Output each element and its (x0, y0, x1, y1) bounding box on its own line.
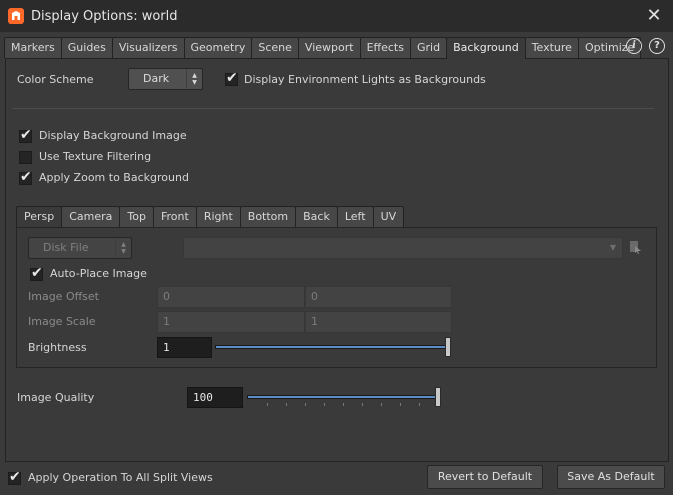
auto-place-label: Auto-Place Image (50, 267, 147, 280)
env-lights-checkbox[interactable]: ✔ (225, 70, 238, 86)
display-bg-image-checkbox[interactable]: ✔ (19, 127, 32, 143)
save-as-default-button[interactable]: Save As Default (557, 465, 665, 489)
revert-to-default-button[interactable]: Revert to Default (427, 465, 543, 489)
image-scale-x-field[interactable]: 1 (157, 311, 305, 333)
brightness-field[interactable]: 1 (157, 337, 212, 358)
tab-scene[interactable]: Scene (251, 37, 299, 58)
slider-tick (343, 403, 344, 406)
checkmark-icon: ✔ (20, 127, 32, 143)
color-scheme-dropdown[interactable]: Dark ▲ ▼ (128, 68, 203, 90)
tab-uv[interactable]: UV (372, 206, 405, 227)
view-tab-bar: Persp Camera Top Front Right Bottom Back… (16, 206, 405, 227)
info-icon[interactable]: i (626, 38, 642, 54)
tab-visualizers[interactable]: Visualizers (111, 37, 185, 58)
display-bg-image-label: Display Background Image (39, 129, 187, 142)
image-offset-x-field[interactable]: 0 (157, 286, 305, 308)
up-down-arrows-icon: ▲ ▼ (186, 69, 202, 89)
title-bar: Display Options: world ✕ (0, 0, 673, 32)
brightness-slider-handle[interactable] (445, 337, 451, 357)
tab-top[interactable]: Top (119, 206, 154, 227)
image-quality-label: Image Quality (17, 391, 95, 404)
color-scheme-label: Color Scheme (17, 73, 94, 86)
image-scale-label: Image Scale (28, 315, 96, 328)
source-type-value: Disk File (43, 241, 89, 254)
up-down-arrows-icon: ▲ ▼ (115, 238, 131, 258)
apply-zoom-label: Apply Zoom to Background (39, 171, 189, 184)
file-browse-icon[interactable] (630, 241, 642, 255)
source-type-dropdown[interactable]: Disk File ▲ ▼ (28, 237, 132, 259)
image-offset-label: Image Offset (28, 290, 99, 303)
tab-viewport[interactable]: Viewport (297, 37, 361, 58)
help-icon[interactable]: ? (649, 38, 665, 54)
tab-markers[interactable]: Markers (4, 37, 62, 58)
tab-guides[interactable]: Guides (60, 37, 113, 58)
tab-background[interactable]: Background (446, 37, 526, 59)
houdini-app-icon (8, 8, 24, 24)
slider-tick (400, 403, 401, 406)
slider-tick (362, 403, 363, 406)
checkmark-icon: ✔ (20, 169, 32, 185)
tab-grid[interactable]: Grid (409, 37, 448, 58)
image-offset-y-field[interactable]: 0 (305, 286, 452, 308)
checkmark-icon: ✔ (226, 70, 238, 86)
tab-bottom[interactable]: Bottom (239, 206, 297, 227)
slider-tick (286, 403, 287, 406)
tab-persp[interactable]: Persp (16, 206, 63, 227)
tab-texture[interactable]: Texture (524, 37, 579, 58)
file-path-field[interactable]: ▼ (183, 237, 623, 259)
tab-back[interactable]: Back (295, 206, 338, 227)
apply-zoom-checkbox[interactable]: ✔ (19, 169, 32, 185)
image-quality-field[interactable]: 100 (187, 387, 243, 408)
texture-filtering-label: Use Texture Filtering (39, 150, 152, 163)
tab-geometry[interactable]: Geometry (183, 37, 253, 58)
slider-tick (381, 403, 382, 406)
slider-tick (419, 403, 420, 406)
apply-all-views-label: Apply Operation To All Split Views (28, 471, 213, 484)
auto-place-checkbox[interactable]: ✔ (30, 265, 43, 281)
apply-all-views-checkbox[interactable]: ✔ (8, 469, 21, 485)
main-tab-bar: Markers Guides Visualizers Geometry Scen… (4, 37, 642, 59)
image-quality-slider-handle[interactable] (435, 387, 441, 407)
tab-right[interactable]: Right (195, 206, 241, 227)
chevron-down-icon: ▼ (609, 243, 616, 252)
brightness-slider-track[interactable] (215, 345, 449, 349)
color-scheme-value: Dark (143, 72, 170, 85)
tab-front[interactable]: Front (152, 206, 197, 227)
image-scale-y-field[interactable]: 1 (305, 311, 452, 333)
texture-filtering-checkbox[interactable] (19, 151, 32, 164)
window-title: Display Options: world (31, 8, 178, 24)
checkmark-icon: ✔ (31, 265, 43, 281)
slider-tick (324, 403, 325, 406)
slider-tick (305, 403, 306, 406)
checkmark-icon: ✔ (9, 469, 21, 485)
brightness-label: Brightness (28, 341, 87, 354)
tab-effects[interactable]: Effects (359, 37, 411, 58)
separator (12, 108, 654, 109)
env-lights-label: Display Environment Lights as Background… (244, 73, 486, 86)
tab-left[interactable]: Left (336, 206, 374, 227)
image-quality-slider-track[interactable] (247, 395, 439, 399)
close-icon[interactable]: ✕ (643, 5, 665, 27)
tab-camera[interactable]: Camera (61, 206, 121, 227)
slider-tick (267, 403, 268, 406)
